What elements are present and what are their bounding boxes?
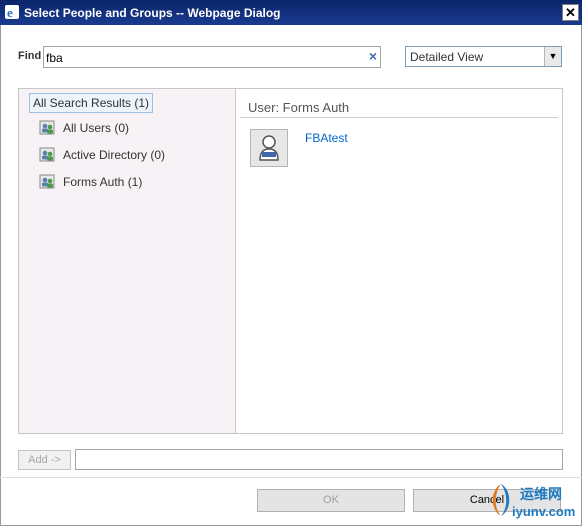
ok-button[interactable]: OK — [257, 489, 405, 512]
close-icon[interactable]: ✕ — [565, 5, 576, 20]
selected-entities-field[interactable] — [75, 449, 563, 470]
view-select[interactable]: Detailed View ▼ — [405, 46, 562, 67]
window-title: Select People and Groups -- Webpage Dial… — [24, 6, 281, 20]
svg-text:e: e — [7, 5, 13, 19]
results-header: User: Forms Auth — [248, 100, 350, 115]
tree-item-label: Forms Auth (1) — [63, 175, 143, 189]
chevron-down-icon[interactable]: ▼ — [544, 47, 561, 66]
users-icon — [39, 147, 55, 162]
tree-item-all-results[interactable]: All Search Results (1) — [29, 93, 154, 113]
clear-search-icon[interactable]: × — [366, 49, 380, 63]
results-panel: All Search Results (1) All Users (0) Act… — [18, 88, 563, 434]
result-item-name[interactable]: FBAtest — [305, 131, 348, 145]
watermark-cn-text: 运维网 — [520, 486, 562, 502]
title-bar: e Select People and Groups -- Webpage Di… — [0, 0, 582, 25]
tree-item-label: Active Directory (0) — [63, 148, 166, 162]
footer-divider — [0, 477, 582, 478]
watermark-en-text: iyunv.com — [512, 504, 576, 519]
find-label: Find — [18, 50, 42, 62]
ie-icon: e — [5, 5, 19, 19]
divider — [240, 117, 558, 118]
results-pane: User: Forms Auth FBAtest — [236, 89, 562, 433]
person-icon — [259, 135, 279, 161]
tree-item-label: All Users (0) — [63, 121, 130, 135]
result-avatar[interactable] — [250, 129, 288, 167]
users-icon — [39, 174, 55, 189]
find-input[interactable] — [43, 46, 381, 68]
provider-tree: All Search Results (1) All Users (0) Act… — [19, 89, 236, 433]
watermark: 运维网 iyunv.com — [486, 480, 582, 524]
close-button[interactable]: ✕ — [562, 4, 579, 21]
users-icon — [39, 120, 55, 135]
add-button[interactable]: Add -> — [18, 450, 71, 470]
view-select-value: Detailed View — [410, 50, 484, 64]
